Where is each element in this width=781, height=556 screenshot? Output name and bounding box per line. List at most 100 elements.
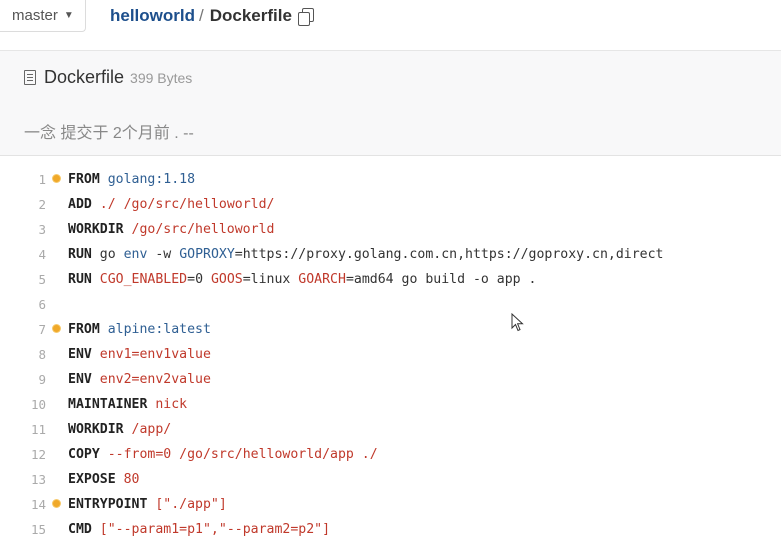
line-number[interactable]: 13 [0, 467, 46, 492]
code-line: 11 WORKDIR /app/ [0, 417, 781, 442]
line-gutter [46, 267, 68, 292]
line-gutter [46, 467, 68, 492]
line-number[interactable]: 10 [0, 392, 46, 417]
code-token: env2=env2value [99, 372, 211, 387]
line-gutter [46, 317, 68, 342]
line-number[interactable]: 3 [0, 217, 46, 242]
code-token: ["./app"] [155, 497, 227, 512]
code-token: env1=env1value [99, 347, 211, 362]
code-token: =0 [187, 272, 211, 287]
code-line: 9 ENV env2=env2value [0, 367, 781, 392]
code-token: --from=0 /go/src/helloworld/app ./ [107, 447, 378, 462]
code-line: 2 ADD ./ /go/src/helloworld/ [0, 192, 781, 217]
code-token: ["--param1=p1","--param2=p2"] [99, 522, 331, 537]
branch-selector[interactable]: master ▼ [0, 0, 86, 32]
line-gutter [46, 242, 68, 267]
code-token: GOOS [210, 272, 243, 287]
code-token: CGO_ENABLED [99, 272, 188, 287]
code-line-content: ENTRYPOINT ["./app"] [68, 492, 227, 517]
code-token: GOPROXY [179, 247, 235, 262]
line-gutter [46, 292, 68, 317]
line-number[interactable]: 4 [0, 242, 46, 267]
line-gutter [46, 417, 68, 442]
line-gutter [46, 167, 68, 192]
warning-dot-icon[interactable] [53, 500, 60, 507]
code-keyword: FROM [68, 172, 100, 187]
code-token: /app/ [131, 422, 172, 437]
line-number[interactable]: 7 [0, 317, 46, 342]
code-line: 8 ENV env1=env1value [0, 342, 781, 367]
code-line: 7 FROM alpine:latest [0, 317, 781, 342]
code-line: 6 [0, 292, 781, 317]
line-number[interactable]: 1 [0, 167, 46, 192]
code-token: nick [155, 397, 188, 412]
line-number[interactable]: 6 [0, 292, 46, 317]
code-line-content: FROM alpine:latest [68, 317, 211, 342]
code-keyword: FROM [68, 322, 100, 337]
code-keyword: ENV [68, 347, 92, 362]
line-number[interactable]: 9 [0, 367, 46, 392]
line-gutter [46, 392, 68, 417]
line-number[interactable]: 15 [0, 517, 46, 542]
code-line: 12 COPY --from=0 /go/src/helloworld/app .… [0, 442, 781, 467]
repo-topbar: master ▼ helloworld / Dockerfile [0, 0, 781, 51]
code-line: 15 CMD ["--param1=p1","--param2=p2"] [0, 517, 781, 542]
code-token: =amd64 go build -o app . [345, 272, 537, 287]
warning-dot-icon[interactable] [53, 325, 60, 332]
breadcrumb-repo-link[interactable]: helloworld [110, 6, 195, 26]
code-token: =linux [242, 272, 299, 287]
code-keyword: ENTRYPOINT [68, 497, 148, 512]
line-number[interactable]: 12 [0, 442, 46, 467]
code-token: env [123, 247, 148, 262]
copy-icon[interactable] [297, 7, 314, 26]
code-line: 14 ENTRYPOINT ["./app"] [0, 492, 781, 517]
code-line-content: RUN CGO_ENABLED=0 GOOS=linux GOARCH=amd6… [68, 267, 537, 292]
mouse-cursor-icon [511, 313, 524, 332]
line-number[interactable]: 14 [0, 492, 46, 517]
code-line: 1 FROM golang:1.18 [0, 167, 781, 192]
line-number[interactable]: 2 [0, 192, 46, 217]
code-keyword: ENV [68, 372, 92, 387]
code-line: 13 EXPOSE 80 [0, 467, 781, 492]
code-keyword: WORKDIR [68, 222, 124, 237]
line-gutter [46, 192, 68, 217]
code-keyword: COPY [68, 447, 100, 462]
code-line: 3 WORKDIR /go/src/helloworld [0, 217, 781, 242]
file-title: Dockerfile 399 Bytes [24, 67, 192, 88]
file-header: Dockerfile 399 Bytes 一念 提交于 2个月前 . -- [0, 51, 781, 156]
line-number[interactable]: 5 [0, 267, 46, 292]
line-number[interactable]: 8 [0, 342, 46, 367]
code-line-content: EXPOSE 80 [68, 467, 139, 492]
breadcrumb: helloworld / Dockerfile [110, 5, 314, 27]
file-size: 399 Bytes [130, 69, 193, 86]
code-token: go [91, 247, 124, 262]
code-token: =https://proxy.golang.com.cn,https://gop… [234, 247, 664, 262]
line-gutter [46, 517, 68, 542]
code-line-content: CMD ["--param1=p1","--param2=p2"] [68, 517, 330, 542]
code-token: /go/src/helloworld [131, 222, 275, 237]
file-name: Dockerfile [44, 67, 125, 87]
warning-dot-icon[interactable] [53, 175, 60, 182]
code-keyword: CMD [68, 522, 92, 537]
commit-info: 一念 提交于 2个月前 . -- [24, 125, 194, 142]
breadcrumb-file: Dockerfile [209, 6, 292, 25]
code-line-content: WORKDIR /go/src/helloworld [68, 217, 274, 242]
code-viewer: 1 FROM golang:1.18 2 ADD ./ /go/src/hellowo… [0, 167, 781, 542]
line-number[interactable]: 11 [0, 417, 46, 442]
caret-down-icon: ▼ [63, 10, 74, 21]
code-line-content: WORKDIR /app/ [68, 417, 171, 442]
line-gutter [46, 492, 68, 517]
branch-name: master [12, 7, 58, 24]
code-keyword: RUN [68, 247, 92, 262]
breadcrumb-separator: / [199, 6, 204, 25]
code-line-content: ADD ./ /go/src/helloworld/ [68, 192, 274, 217]
